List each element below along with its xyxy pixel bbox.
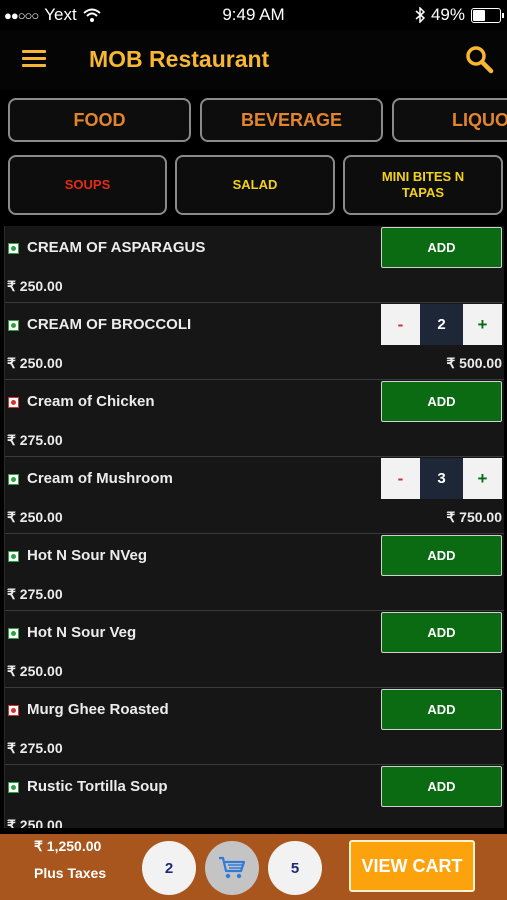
subtab-mini-bites[interactable]: MINI BITES N TAPAS <box>343 155 503 215</box>
non-veg-icon <box>8 705 19 716</box>
item-name: Cream of Chicken <box>27 393 155 410</box>
add-button[interactable]: ADD <box>381 535 502 576</box>
veg-icon <box>8 782 19 793</box>
menu-item-list[interactable]: CREAM OF ASPARAGUS ₹ 250.00 ADD CREAM OF… <box>4 226 504 828</box>
subcategory-tabs: SOUPS SALAD MINI BITES N TAPAS <box>0 152 507 218</box>
increment-button[interactable]: + <box>463 304 502 345</box>
list-item: CREAM OF BROCCOLI ₹ 250.00 - 2 + ₹ 500.0… <box>5 303 504 380</box>
status-right: 49% <box>415 5 504 25</box>
item-price: ₹ 275.00 <box>7 740 63 756</box>
item-price: ₹ 250.00 <box>7 509 63 525</box>
view-cart-button[interactable]: VIEW CART <box>349 840 475 892</box>
tab-liquor[interactable]: LIQUO <box>392 98 507 142</box>
item-name: CREAM OF ASPARAGUS <box>27 239 206 256</box>
veg-icon <box>8 628 19 639</box>
veg-icon <box>8 474 19 485</box>
cart-total: ₹ 1,250.00 <box>34 838 102 854</box>
item-name: Hot N Sour Veg <box>27 624 137 641</box>
cart-button[interactable] <box>205 841 259 895</box>
battery-percent: 49% <box>430 5 465 24</box>
item-price: ₹ 250.00 <box>7 355 63 371</box>
add-button[interactable]: ADD <box>381 766 502 807</box>
item-name: Murg Ghee Roasted <box>27 701 169 718</box>
decrement-button[interactable]: - <box>381 304 420 345</box>
list-item: Hot N Sour NVeg ₹ 275.00 ADD <box>5 534 504 611</box>
item-name: Rustic Tortilla Soup <box>27 778 168 795</box>
item-name: Cream of Mushroom <box>27 470 173 487</box>
veg-icon <box>8 243 19 254</box>
subtab-salad[interactable]: SALAD <box>175 155 335 215</box>
quantity-stepper: - 3 + <box>381 458 502 499</box>
add-button[interactable]: ADD <box>381 381 502 422</box>
tab-food[interactable]: FOOD <box>8 98 191 142</box>
search-icon[interactable] <box>464 44 494 74</box>
tab-beverage[interactable]: BEVERAGE <box>200 98 383 142</box>
item-price: ₹ 250.00 <box>7 817 63 828</box>
subtab-soups[interactable]: SOUPS <box>8 155 167 215</box>
list-item: Rustic Tortilla Soup ₹ 250.00 ADD <box>5 765 504 828</box>
line-total: ₹ 750.00 <box>446 509 502 525</box>
app-header: MOB Restaurant <box>0 30 507 90</box>
decrement-button[interactable]: - <box>381 458 420 499</box>
quantity-count-badge: 5 <box>268 841 322 895</box>
taxes-label: Plus Taxes <box>34 865 107 881</box>
status-bar: ●●○○○ Yext 9:49 AM 49% <box>0 0 507 30</box>
list-item: Hot N Sour Veg ₹ 250.00 ADD <box>5 611 504 688</box>
item-name: CREAM OF BROCCOLI <box>27 316 192 333</box>
add-button[interactable]: ADD <box>381 689 502 730</box>
line-total: ₹ 500.00 <box>446 355 502 371</box>
cart-footer: ₹ 1,250.00 Plus Taxes 2 5 VIEW CART <box>0 834 507 900</box>
cart-icon <box>219 856 246 879</box>
item-name: Hot N Sour NVeg <box>27 547 148 564</box>
items-count-badge: 2 <box>142 841 196 895</box>
battery-level <box>473 9 485 21</box>
hamburger-icon[interactable] <box>22 50 46 68</box>
increment-button[interactable]: + <box>463 458 502 499</box>
add-button[interactable]: ADD <box>381 612 502 653</box>
item-price: ₹ 275.00 <box>7 586 63 602</box>
quantity-value: 3 <box>420 458 463 499</box>
add-button[interactable]: ADD <box>381 227 502 268</box>
veg-icon <box>8 551 19 562</box>
list-item: CREAM OF ASPARAGUS ₹ 250.00 ADD <box>5 226 504 303</box>
list-item: Cream of Mushroom ₹ 250.00 - 3 + ₹ 750.0… <box>5 457 504 534</box>
item-price: ₹ 250.00 <box>7 278 63 294</box>
quantity-value: 2 <box>420 304 463 345</box>
list-item: Cream of Chicken ₹ 275.00 ADD <box>5 380 504 457</box>
item-price: ₹ 275.00 <box>7 432 63 448</box>
veg-icon <box>8 320 19 331</box>
category-tabs: FOOD BEVERAGE LIQUO <box>0 96 507 148</box>
page-title: MOB Restaurant <box>89 46 270 72</box>
list-item: Murg Ghee Roasted ₹ 275.00 ADD <box>5 688 504 765</box>
item-price: ₹ 250.00 <box>7 663 63 679</box>
quantity-stepper: - 2 + <box>381 304 502 345</box>
non-veg-icon <box>8 397 19 408</box>
battery-icon <box>471 7 504 23</box>
bluetooth-icon <box>415 7 425 23</box>
